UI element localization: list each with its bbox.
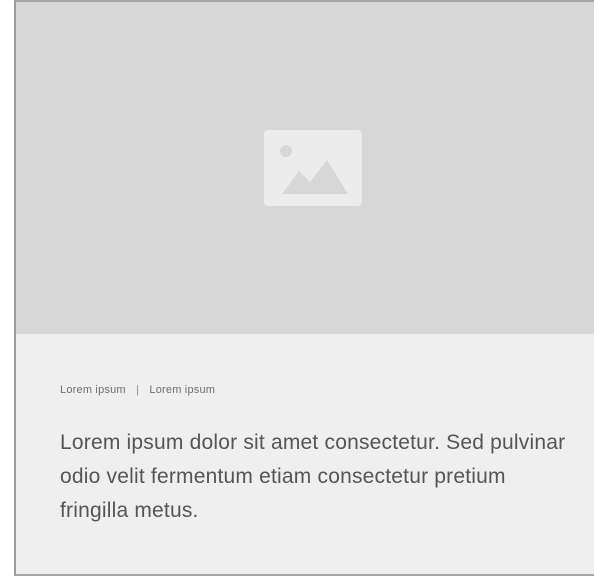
page: Lorem ipsum | Lorem ipsum Lorem ipsum do… <box>0 0 594 576</box>
card-meta: Lorem ipsum | Lorem ipsum <box>60 384 215 396</box>
content-card[interactable]: Lorem ipsum | Lorem ipsum Lorem ipsum do… <box>14 0 594 576</box>
image-placeholder-icon <box>264 130 362 206</box>
card-description: Lorem ipsum dolor sit amet consectetur. … <box>60 431 566 522</box>
meta-separator: | <box>136 384 140 396</box>
image-placeholder <box>16 2 594 334</box>
meta-second: Lorem ipsum <box>149 384 216 396</box>
card-content: Lorem ipsum | Lorem ipsum Lorem ipsum do… <box>16 334 594 574</box>
meta-first: Lorem ipsum <box>60 384 126 396</box>
